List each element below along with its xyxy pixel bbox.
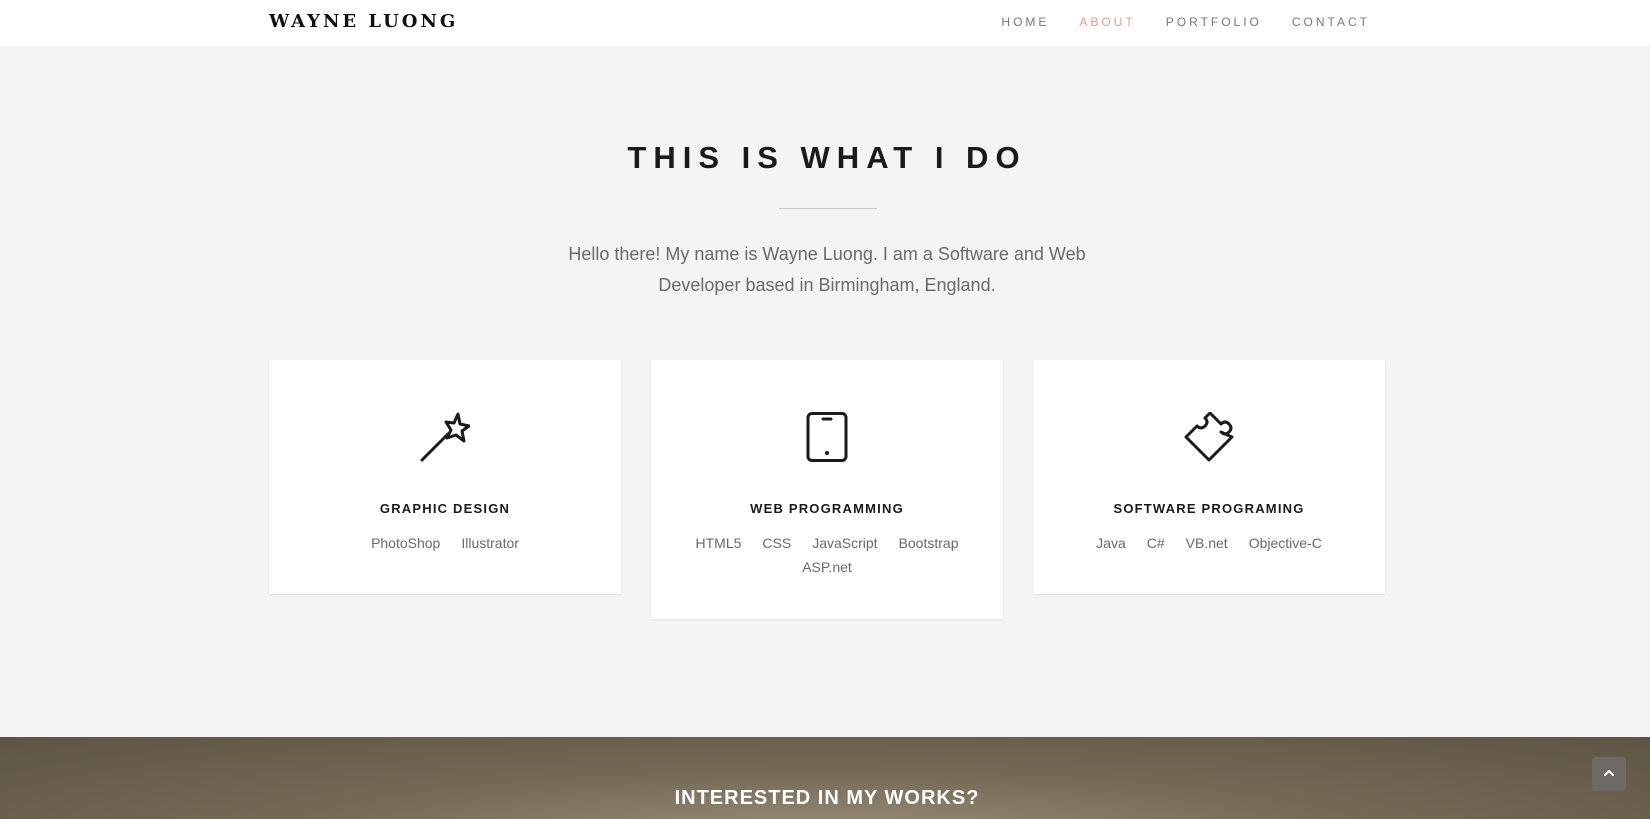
- tablet-icon: [806, 412, 848, 462]
- works-title: INTERESTED IN MY WORKS?: [674, 787, 980, 809]
- skill-item: ASP.net: [802, 559, 852, 575]
- nav-link-about[interactable]: ABOUT: [1079, 15, 1135, 29]
- puzzle-piece-icon: [1184, 412, 1234, 462]
- skill-item: CSS: [762, 535, 792, 551]
- service-card-web-programming: WEB PROGRAMMING HTML5 CSS JavaScript Boo…: [651, 360, 1003, 619]
- skill-list: HTML5 CSS JavaScript Bootstrap ASP.net: [681, 534, 973, 576]
- service-title: WEB PROGRAMMING: [750, 501, 904, 516]
- nav-link-portfolio[interactable]: PORTFOLIO: [1166, 15, 1262, 29]
- skill-list: PhotoShop Illustrator: [299, 534, 591, 552]
- nav-links: HOME ABOUT PORTFOLIO CONTACT: [971, 15, 1370, 29]
- navbar: WAYNE LUONG HOME ABOUT PORTFOLIO CONTACT: [0, 0, 1650, 47]
- skill-item: Illustrator: [461, 535, 519, 551]
- nav-link-home[interactable]: HOME: [1001, 15, 1049, 29]
- service-card-software-programming: SOFTWARE PROGRAMING Java C# VB.net Objec…: [1033, 360, 1385, 594]
- works-banner: INTERESTED IN MY WORKS?: [0, 737, 1650, 819]
- skill-item: JavaScript: [812, 535, 878, 551]
- service-title: SOFTWARE PROGRAMING: [1113, 501, 1305, 516]
- back-to-top-button[interactable]: [1592, 757, 1626, 791]
- skill-item: C#: [1146, 535, 1165, 551]
- skill-item: Java: [1096, 535, 1126, 551]
- skill-item: HTML5: [695, 535, 742, 551]
- skill-item: Bootstrap: [898, 535, 959, 551]
- skill-item: PhotoShop: [371, 535, 441, 551]
- chevron-up-icon: [1604, 770, 1614, 776]
- brand-logo[interactable]: WAYNE LUONG: [269, 11, 458, 32]
- title-divider: [779, 208, 877, 209]
- intro-text: Hello there! My name is Wayne Luong. I a…: [568, 244, 1086, 295]
- section-title: THIS IS WHAT I DO: [627, 140, 1027, 175]
- magic-wand-icon: [420, 412, 470, 462]
- nav-link-contact[interactable]: CONTACT: [1292, 15, 1370, 29]
- skill-item: Objective-C: [1248, 535, 1322, 551]
- skill-list: Java C# VB.net Objective-C: [1063, 534, 1355, 552]
- service-card-graphic-design: GRAPHIC DESIGN PhotoShop Illustrator: [269, 360, 621, 594]
- skill-item: VB.net: [1185, 535, 1228, 551]
- service-title: GRAPHIC DESIGN: [379, 501, 511, 516]
